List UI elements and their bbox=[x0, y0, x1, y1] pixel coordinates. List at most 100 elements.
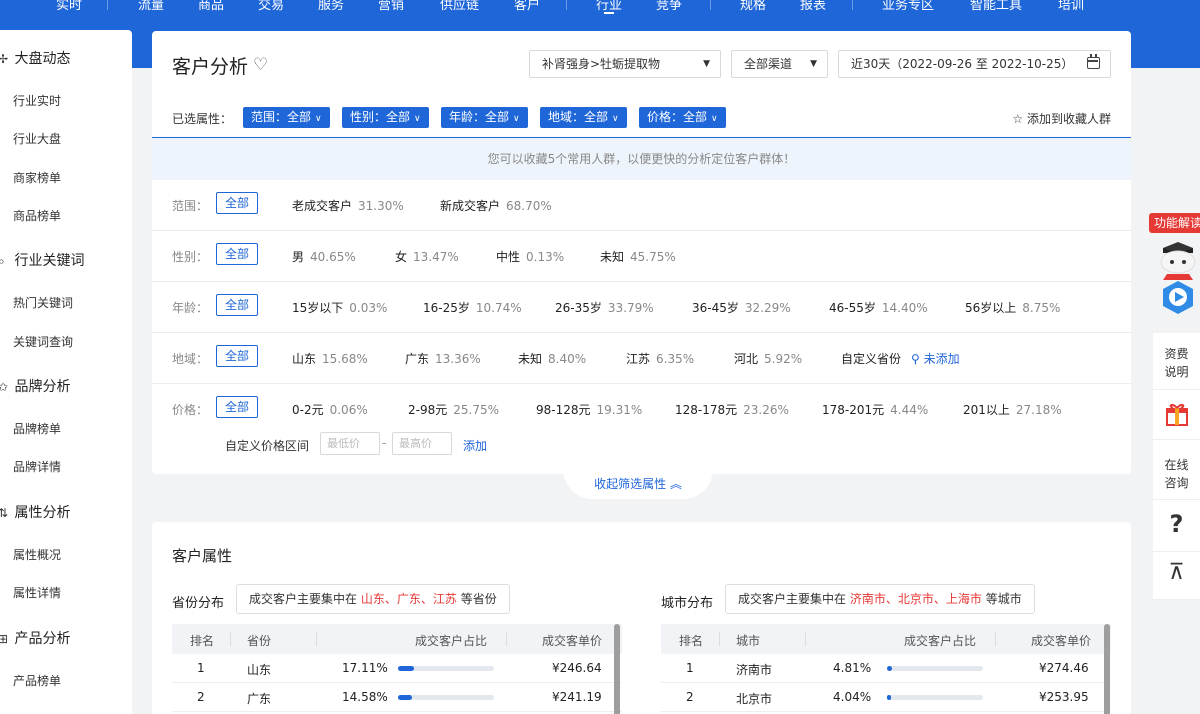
chip-region[interactable]: 地域：全部 ∨ bbox=[540, 107, 627, 128]
filter-option[interactable]: 15岁以下 0.03% bbox=[292, 299, 387, 316]
option-name: 98-128元 bbox=[536, 403, 591, 417]
nav-item-trade[interactable]: 交易 bbox=[258, 0, 284, 13]
category-select[interactable]: 补肾强身>牡蛎提取物 ▼ bbox=[529, 50, 721, 78]
help-button[interactable]: ? bbox=[1153, 500, 1200, 552]
sidebar-item-brand-detail[interactable]: 品牌详情 bbox=[13, 458, 61, 475]
sidebar-group-market[interactable]: ✢ 大盘动态 bbox=[0, 48, 70, 68]
summary-prefix: 成交客户主要集中在 bbox=[249, 592, 358, 606]
filter-option[interactable]: 江苏 6.35% bbox=[626, 350, 694, 367]
table-row[interactable]: 1 济南市 4.81% ¥274.46 bbox=[661, 654, 1111, 683]
filter-all-button[interactable]: 全部 bbox=[216, 294, 258, 316]
nav-item-product[interactable]: 商品 bbox=[198, 0, 224, 13]
nav-item-realtime[interactable]: 实时 bbox=[56, 0, 82, 13]
nav-item-supply[interactable]: 供应链 bbox=[440, 0, 479, 13]
fee-info-button[interactable]: 资费说明 bbox=[1153, 333, 1200, 390]
option-name: 56岁以上 bbox=[965, 301, 1017, 315]
nav-item-customer[interactable]: 客户 bbox=[514, 0, 540, 13]
assistant-robot-icon[interactable] bbox=[1155, 240, 1200, 320]
filter-option[interactable]: 16-25岁 10.74% bbox=[423, 299, 522, 316]
filter-all-button[interactable]: 全部 bbox=[216, 396, 258, 418]
table-row[interactable]: 2 北京市 4.04% ¥253.95 bbox=[661, 683, 1111, 712]
chip-label: 价格：全部 bbox=[647, 110, 708, 124]
filter-option[interactable]: 女 13.47% bbox=[395, 248, 459, 265]
chip-price[interactable]: 价格：全部 ∨ bbox=[639, 107, 726, 128]
filter-option[interactable]: 0-2元 0.06% bbox=[292, 401, 368, 418]
filter-option[interactable]: 128-178元 23.26% bbox=[675, 401, 789, 418]
nav-item-service[interactable]: 服务 bbox=[318, 0, 344, 13]
filter-option[interactable]: 36-45岁 32.29% bbox=[692, 299, 791, 316]
min-price-input[interactable]: 最低价 bbox=[320, 432, 380, 455]
filter-option[interactable]: 男 40.65% bbox=[292, 248, 356, 265]
online-consult-button[interactable]: 在线咨询 bbox=[1153, 440, 1200, 500]
chip-gender[interactable]: 性别：全部 ∨ bbox=[342, 107, 429, 128]
option-pct: 13.47% bbox=[413, 250, 459, 264]
filter-option[interactable]: 201以上 27.18% bbox=[963, 401, 1062, 418]
channel-select[interactable]: 全部渠道 ▼ bbox=[731, 50, 828, 78]
filter-option[interactable]: 98-128元 19.31% bbox=[536, 401, 642, 418]
option-name: 201以上 bbox=[963, 403, 1010, 417]
filter-option[interactable]: 178-201元 4.44% bbox=[822, 401, 928, 418]
filter-option[interactable]: 河北 5.92% bbox=[734, 350, 802, 367]
chip-scope[interactable]: 范围：全部 ∨ bbox=[243, 107, 330, 128]
option-pct: 33.79% bbox=[607, 301, 654, 315]
add-province-link[interactable]: ⚲ 未添加 bbox=[911, 350, 960, 367]
filter-option[interactable]: 广东 13.36% bbox=[405, 350, 481, 367]
filter-all-button[interactable]: 全部 bbox=[216, 243, 258, 265]
city-table-scrollbar[interactable] bbox=[1104, 624, 1110, 714]
nav-item-tools[interactable]: 智能工具 bbox=[970, 0, 1022, 13]
add-favorite-crowd-button[interactable]: ☆ 添加到收藏人群 bbox=[1012, 110, 1111, 127]
nav-item-spec[interactable]: 规格 bbox=[740, 0, 766, 13]
sidebar-item-brand-rank[interactable]: 品牌榜单 bbox=[13, 420, 61, 437]
sidebar-item-product-rank-list[interactable]: 产品榜单 bbox=[13, 672, 61, 689]
feature-intro-tag[interactable]: 功能解读 bbox=[1149, 213, 1200, 233]
summary-suffix: 等城市 bbox=[985, 592, 1022, 606]
nav-item-traffic[interactable]: 流量 bbox=[138, 0, 164, 13]
nav-item-marketing[interactable]: 营销 bbox=[378, 0, 404, 13]
date-range-picker[interactable]: 近30天（2022-09-26 至 2022-10-25） bbox=[838, 50, 1111, 78]
filter-option[interactable]: 26-35岁 33.79% bbox=[555, 299, 654, 316]
favorite-heart-icon[interactable]: ♡ bbox=[253, 55, 268, 75]
sidebar-group-brand[interactable]: ✩ 品牌分析 bbox=[0, 376, 70, 396]
pulse-icon: ✢ bbox=[0, 52, 9, 66]
sidebar-item-industry-overview[interactable]: 行业大盘 bbox=[13, 130, 61, 147]
filter-option[interactable]: 56岁以上 8.75% bbox=[965, 299, 1060, 316]
add-price-range-link[interactable]: 添加 bbox=[463, 437, 487, 454]
filter-all-button[interactable]: 全部 bbox=[216, 345, 258, 367]
nav-item-report[interactable]: 报表 bbox=[800, 0, 826, 13]
filter-option[interactable]: 未知 8.40% bbox=[518, 350, 586, 367]
filter-option[interactable]: 新成交客户 68.70% bbox=[440, 197, 552, 214]
filter-option[interactable]: 老成交客户 31.30% bbox=[292, 197, 404, 214]
sidebar-item-attr-detail[interactable]: 属性详情 bbox=[13, 584, 61, 601]
option-pct: 45.75% bbox=[630, 250, 676, 264]
collapse-filters-button[interactable]: 收起筛选属性 ︽ bbox=[563, 465, 713, 499]
category-select-value: 补肾强身>牡蛎提取物 bbox=[542, 57, 661, 71]
gift-button[interactable] bbox=[1153, 390, 1200, 440]
province-table-scrollbar[interactable] bbox=[614, 624, 620, 714]
back-to-top-button[interactable]: ⊼ bbox=[1153, 552, 1200, 600]
sidebar-item-product-rank[interactable]: 商品榜单 bbox=[13, 207, 61, 224]
chip-age[interactable]: 年龄：全部 ∨ bbox=[441, 107, 528, 128]
option-name: 16-25岁 bbox=[423, 301, 470, 315]
nav-item-compete[interactable]: 竞争 bbox=[656, 0, 682, 13]
filter-all-button[interactable]: 全部 bbox=[216, 192, 258, 214]
sidebar-item-attr-overview[interactable]: 属性概况 bbox=[13, 546, 61, 563]
filter-option[interactable]: 山东 15.68% bbox=[292, 350, 368, 367]
fee-info-label: 资费说明 bbox=[1164, 347, 1189, 379]
max-price-input[interactable]: 最高价 bbox=[392, 432, 452, 455]
brand-icon: ✩ bbox=[0, 380, 9, 394]
sidebar-item-keyword-query[interactable]: 关键词查询 bbox=[13, 333, 73, 350]
sidebar-item-hot-keywords[interactable]: 热门关键词 bbox=[13, 294, 73, 311]
sidebar-group-product[interactable]: ⊞ 产品分析 bbox=[0, 628, 70, 648]
sidebar-item-industry-realtime[interactable]: 行业实时 bbox=[13, 92, 61, 109]
filter-option[interactable]: 46-55岁 14.40% bbox=[829, 299, 928, 316]
sidebar-group-keywords[interactable]: ⌕ 行业关键词 bbox=[0, 250, 84, 270]
filter-option[interactable]: 未知 45.75% bbox=[600, 248, 676, 265]
filter-option[interactable]: 中性 0.13% bbox=[496, 248, 564, 265]
filter-option[interactable]: 2-98元 25.75% bbox=[408, 401, 499, 418]
nav-item-training[interactable]: 培训 bbox=[1058, 0, 1084, 13]
sidebar-group-attribute[interactable]: ⇅ 属性分析 bbox=[0, 502, 70, 522]
sidebar-item-merchant-rank[interactable]: 商家榜单 bbox=[13, 169, 61, 186]
table-row[interactable]: 1 山东 17.11% ¥246.64 bbox=[172, 654, 622, 683]
nav-item-business[interactable]: 业务专区 bbox=[882, 0, 934, 13]
table-row[interactable]: 2 广东 14.58% ¥241.19 bbox=[172, 683, 622, 712]
